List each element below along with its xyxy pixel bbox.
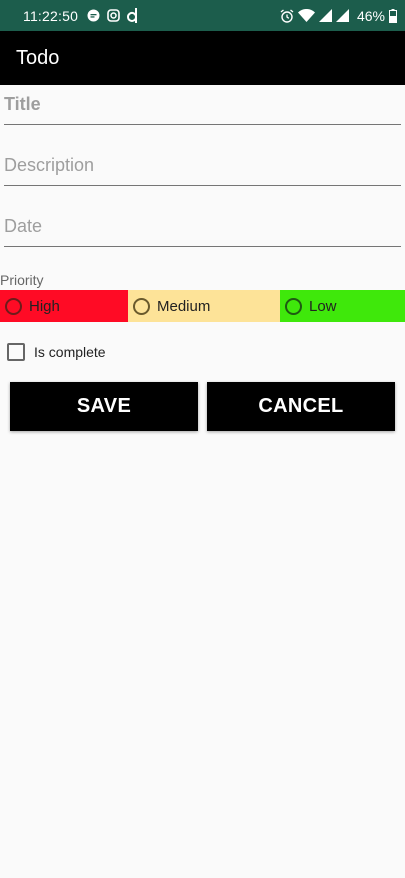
description-input[interactable]: [4, 146, 401, 185]
priority-radio-group: High Medium Low: [0, 290, 405, 322]
cancel-button[interactable]: CANCEL: [207, 382, 395, 431]
instagram-icon: [107, 9, 120, 22]
battery-percent: 46%: [356, 7, 385, 24]
is-complete-label: Is complete: [34, 344, 106, 360]
checkbox-unchecked-icon[interactable]: [7, 343, 25, 361]
radio-unchecked-icon[interactable]: [5, 297, 22, 315]
date-field: [4, 207, 401, 247]
priority-high-label: High: [29, 297, 60, 315]
radio-unchecked-icon[interactable]: [133, 297, 150, 315]
save-button[interactable]: SAVE: [10, 382, 198, 431]
priority-label: Priority: [0, 272, 44, 288]
date-input[interactable]: [4, 207, 401, 246]
battery-icon: [389, 8, 397, 23]
app-title: Todo: [16, 46, 60, 69]
app-bar: Todo: [0, 31, 405, 85]
alarm-icon: [280, 8, 294, 23]
d-app-icon: [127, 8, 138, 23]
priority-medium-label: Medium: [157, 297, 211, 315]
priority-low-label: Low: [309, 297, 337, 315]
signal-icon: [318, 9, 332, 22]
status-bar: 11:22:50 46%: [0, 0, 405, 31]
priority-low-option[interactable]: Low: [280, 290, 405, 322]
is-complete-checkbox[interactable]: Is complete: [7, 343, 106, 361]
wifi-icon: [297, 9, 315, 22]
priority-medium-option[interactable]: Medium: [128, 290, 280, 322]
description-field: [4, 146, 401, 186]
title-field: [4, 85, 401, 125]
radio-unchecked-icon[interactable]: [285, 297, 302, 315]
signal-icon: [335, 9, 349, 22]
chat-bubble-icon: [87, 9, 100, 22]
priority-high-option[interactable]: High: [0, 290, 128, 322]
title-input[interactable]: [4, 85, 401, 124]
status-time: 11:22:50: [23, 7, 79, 24]
